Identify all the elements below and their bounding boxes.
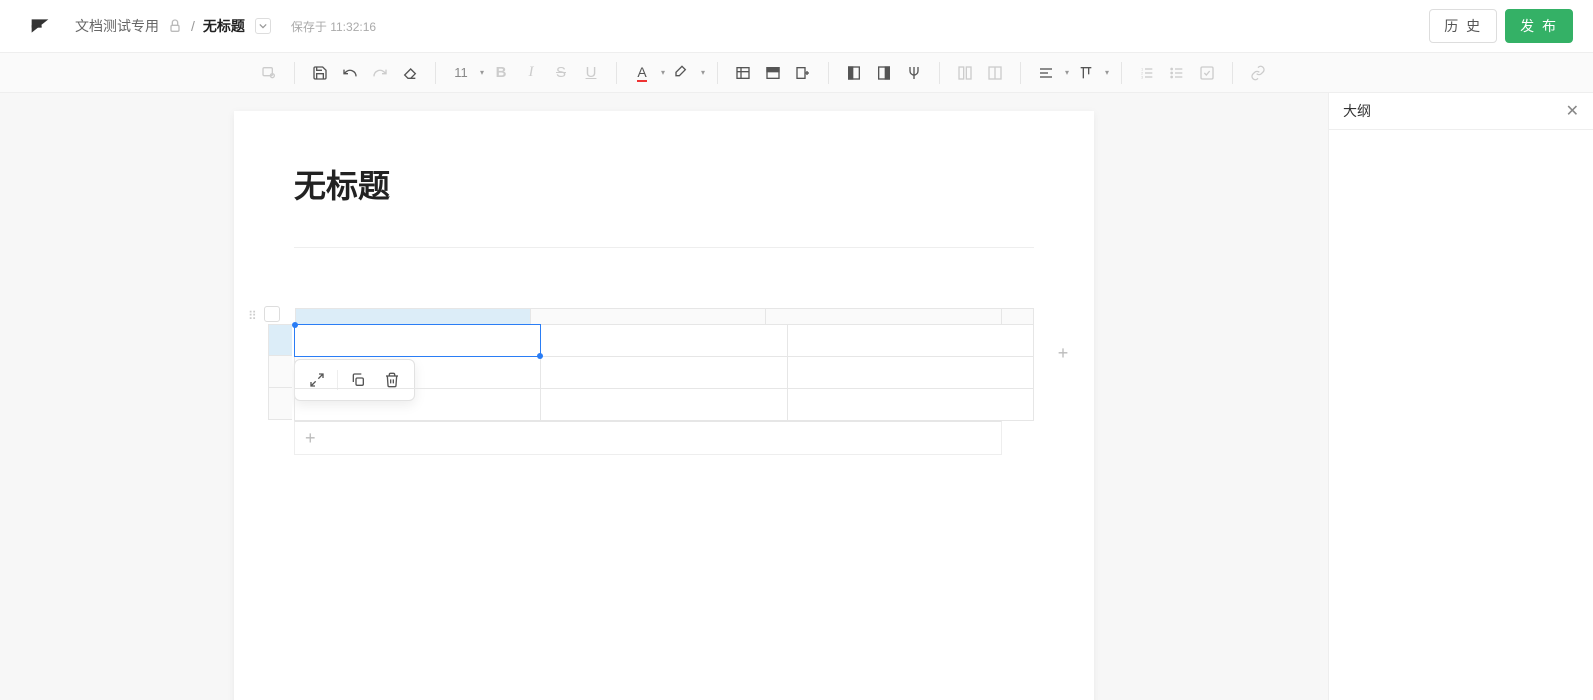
underline-icon[interactable]: U (576, 58, 606, 88)
title-underline (294, 247, 1034, 248)
table-cell[interactable] (787, 357, 1033, 389)
table-header-icon[interactable] (758, 58, 788, 88)
insert-row-icon[interactable] (788, 58, 818, 88)
table-cell[interactable] (787, 325, 1033, 357)
table-cell[interactable] (541, 389, 787, 421)
document-page[interactable]: 无标题 ⠿ (234, 111, 1094, 700)
history-button[interactable]: 历 史 (1429, 9, 1497, 43)
canvas-area: 无标题 ⠿ (0, 93, 1328, 700)
outline-panel: 大纲 ✕ (1328, 93, 1593, 700)
breadcrumb-separator: / (191, 18, 195, 34)
title-dropdown-icon[interactable] (255, 18, 271, 34)
add-row-button[interactable]: + (294, 421, 1002, 455)
table-cell[interactable] (541, 357, 787, 389)
table-select-all-box[interactable] (264, 306, 280, 322)
publish-button[interactable]: 发 布 (1505, 9, 1573, 43)
comment-icon[interactable] (254, 58, 284, 88)
split-cells-icon[interactable] (980, 58, 1010, 88)
table-cell[interactable] (295, 389, 541, 421)
redo-icon[interactable] (365, 58, 395, 88)
save-icon[interactable] (305, 58, 335, 88)
breadcrumb-title[interactable]: 无标题 (203, 16, 245, 36)
save-status: 保存于 11:32:16 (291, 18, 376, 35)
breadcrumb-folder[interactable]: 文档测试专用 (75, 16, 159, 36)
table-cell[interactable] (295, 325, 541, 357)
lock-icon (167, 18, 183, 34)
vertical-align-icon[interactable]: ▾ (1071, 58, 1101, 88)
table-cell[interactable] (295, 357, 541, 389)
add-column-button[interactable]: + (1048, 338, 1078, 368)
formatting-toolbar: 11▾ B I S U A▾ ▾ ▾ ▾ 123 (0, 53, 1593, 93)
column-header[interactable] (295, 308, 531, 324)
strikethrough-icon[interactable]: S (546, 58, 576, 88)
outline-header: 大纲 ✕ (1329, 93, 1593, 130)
selection-handle-icon[interactable] (292, 322, 298, 328)
table-cell[interactable] (787, 389, 1033, 421)
merge-cells-icon[interactable] (950, 58, 980, 88)
ordered-list-icon[interactable]: 123 (1132, 58, 1162, 88)
italic-icon[interactable]: I (516, 58, 546, 88)
insert-col-left-icon[interactable] (839, 58, 869, 88)
row-headers (268, 324, 292, 420)
breadcrumb: 文档测试专用 / 无标题 (75, 16, 271, 36)
align-icon[interactable]: ▾ (1031, 58, 1061, 88)
insert-table-icon[interactable] (728, 58, 758, 88)
outline-title: 大纲 (1343, 101, 1371, 121)
table-row (295, 357, 1034, 389)
text-color-icon[interactable]: A▾ (627, 58, 657, 88)
editor-body: 无标题 ⠿ (0, 93, 1593, 700)
drag-handle-icon[interactable]: ⠿ (248, 310, 257, 322)
data-table[interactable] (294, 324, 1034, 421)
checklist-icon[interactable] (1192, 58, 1222, 88)
column-header[interactable] (1002, 308, 1034, 324)
table-cell[interactable] (541, 325, 787, 357)
unordered-list-icon[interactable] (1162, 58, 1192, 88)
row-header[interactable] (268, 324, 292, 356)
table-row (295, 325, 1034, 357)
font-size-selector[interactable]: 11▾ (446, 58, 476, 88)
app-logo[interactable] (30, 16, 50, 36)
pitchfork-icon[interactable] (899, 58, 929, 88)
table-row (295, 389, 1034, 421)
app-header: 文档测试专用 / 无标题 保存于 11:32:16 历 史 发 布 (0, 0, 1593, 53)
column-headers (295, 308, 1034, 324)
column-header[interactable] (766, 308, 1002, 324)
doc-title[interactable]: 无标题 (294, 161, 1034, 207)
eraser-icon[interactable] (395, 58, 425, 88)
highlight-color-icon[interactable]: ▾ (667, 58, 697, 88)
svg-text:3: 3 (1141, 74, 1144, 79)
table-container: ⠿ (294, 308, 1034, 455)
row-header[interactable] (268, 356, 292, 388)
column-header[interactable] (531, 308, 767, 324)
link-icon[interactable] (1243, 58, 1273, 88)
undo-icon[interactable] (335, 58, 365, 88)
insert-col-right-icon[interactable] (869, 58, 899, 88)
row-header[interactable] (268, 388, 292, 420)
close-icon[interactable]: ✕ (1566, 101, 1579, 121)
bold-icon[interactable]: B (486, 58, 516, 88)
